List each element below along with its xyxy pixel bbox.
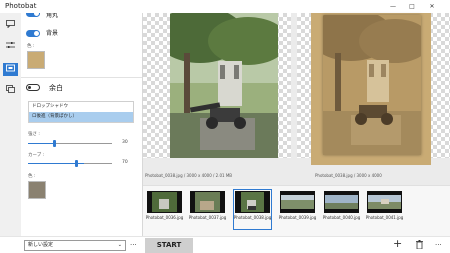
thumbnail-item[interactable]: Photobat_0040.jpg	[322, 191, 361, 228]
background-color-swatch[interactable]	[27, 51, 45, 69]
margin-toggle[interactable]	[26, 84, 40, 91]
rounded-corners-toggle[interactable]	[26, 13, 40, 17]
thumbnail-item[interactable]: Photobat_0039.jpg	[278, 191, 317, 228]
app-title: Photobat	[5, 2, 37, 10]
margin-label: 余白	[49, 84, 63, 92]
thumbnail-image	[324, 191, 359, 213]
thumbnail-item[interactable]: Photobat_0036.jpg	[145, 191, 184, 228]
maximize-button[interactable]: □	[404, 0, 420, 13]
curve-slider-thumb[interactable]	[75, 160, 78, 167]
thumbnail-image	[147, 191, 182, 213]
settings-panel: 角丸 背景 色 : 余白 ドロップシャドウ ロ後進（背景ぼかし） 強さ : 30…	[21, 13, 143, 236]
background-color-label: 色 :	[27, 44, 35, 49]
chevron-down-icon: ⌄	[117, 242, 122, 248]
original-photo[interactable]	[170, 13, 278, 158]
dropdown-item-drop-shadow[interactable]: ドロップシャドウ	[29, 102, 133, 112]
background-toggle[interactable]	[26, 30, 40, 37]
thumbnail-item[interactable]: Photobat_0041.jpg	[365, 191, 404, 228]
thumbnail-name: Photobat_0041.jpg	[365, 215, 404, 220]
layers-icon[interactable]	[3, 84, 18, 97]
result-caption: Photobat_0038.jpg / 3000 x 4000	[315, 173, 382, 178]
blur-slider-thumb[interactable]	[53, 140, 56, 147]
dropdown-item-background-blur[interactable]: ロ後進（背景ぼかし）	[29, 112, 133, 122]
close-button[interactable]: ✕	[424, 0, 440, 13]
thumbnail-name: Photobat_0038.jpg	[233, 215, 272, 220]
blur-value: 30	[122, 140, 128, 145]
app-window: Photobat — □ ✕ › 角丸 背景 色 : 余白 ドロップシャドウ ロ…	[0, 0, 450, 253]
shadow-color-swatch[interactable]	[28, 181, 46, 199]
add-icon[interactable]: +	[393, 237, 402, 250]
thumbnail-item[interactable]: Photobat_0038.jpg	[233, 189, 272, 230]
thumbnail-image	[235, 191, 270, 213]
thumbnail-name: Photobat_0036.jpg	[145, 215, 184, 220]
speech-bubble-icon[interactable]	[3, 19, 18, 32]
icon-rail: ›	[0, 13, 21, 253]
start-button[interactable]: START	[145, 238, 193, 253]
background-label: 背景	[46, 30, 59, 37]
thumbnail-image	[190, 191, 225, 213]
thumbnail-name: Photobat_0040.jpg	[322, 215, 361, 220]
minimize-button[interactable]: —	[385, 0, 401, 13]
preset-select[interactable]: 新しい設定 ⌄	[24, 240, 126, 251]
bottom-bar: 新しい設定 ⌄ ··· START + ···	[0, 236, 450, 253]
result-photo[interactable]	[323, 15, 421, 155]
trash-icon[interactable]	[416, 240, 423, 253]
effect-dropdown[interactable]: ドロップシャドウ ロ後進（背景ぼかし）	[28, 101, 134, 123]
curve-value: 70	[122, 160, 128, 165]
section-divider	[21, 77, 142, 78]
preset-value: 新しい設定	[28, 242, 54, 248]
curve-label: カーブ :	[28, 153, 45, 158]
sliders-icon[interactable]	[3, 40, 18, 53]
filmstrip: Photobat_0036.jpg Photobat_0037.jpg Phot…	[143, 185, 450, 236]
shadow-color-label: 色 :	[28, 174, 36, 179]
thumbnail-image	[280, 191, 315, 213]
original-caption: Photobat_0038.jpg / 3000 x 4000 / 2.01 M…	[145, 173, 233, 178]
thumbnail-item[interactable]: Photobat_0037.jpg	[188, 191, 227, 228]
preset-more-button[interactable]: ···	[130, 239, 137, 252]
thumbnail-name: Photobat_0039.jpg	[278, 215, 317, 220]
thumbnail-name: Photobat_0037.jpg	[188, 215, 227, 220]
frame-icon[interactable]	[3, 63, 18, 76]
thumbnail-image	[367, 191, 402, 213]
overflow-menu-button[interactable]: ···	[435, 239, 442, 252]
blur-slider-fill	[28, 143, 53, 144]
preview-area: Photobat_0038.jpg / 3000 x 4000 / 2.01 M…	[143, 13, 450, 185]
rounded-corners-label: 角丸	[46, 13, 59, 19]
title-bar: Photobat — □ ✕	[0, 0, 450, 13]
blur-label: 強さ :	[28, 132, 40, 137]
